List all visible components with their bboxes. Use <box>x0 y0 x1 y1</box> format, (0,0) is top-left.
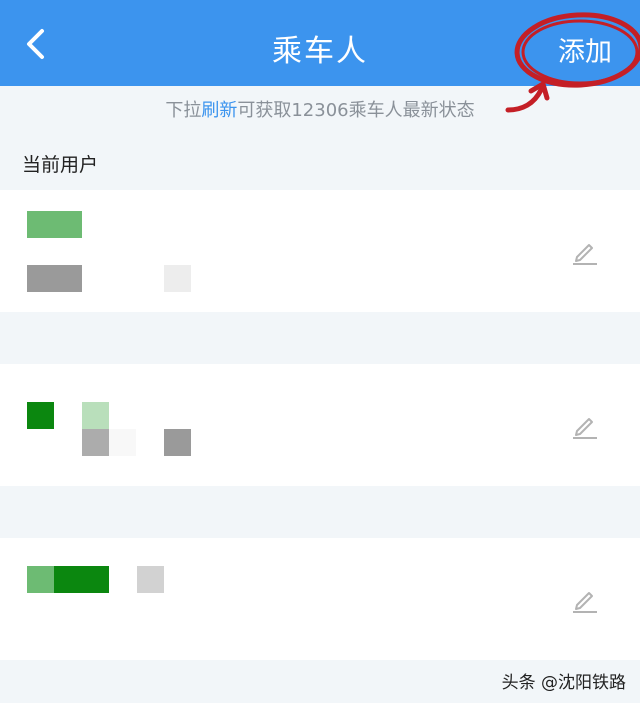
redacted-name-block <box>54 566 109 593</box>
top-nav-bar: 乘车人 添加 <box>0 0 640 86</box>
edit-passenger-button[interactable] <box>566 581 602 617</box>
redacted-id-block <box>137 566 164 593</box>
redacted-id-block <box>109 429 136 456</box>
redacted-name-block <box>27 566 54 593</box>
edit-passenger-button[interactable] <box>566 407 602 443</box>
source-watermark: 头条 @沈阳铁路 <box>501 673 626 693</box>
passenger-card[interactable] <box>0 190 640 312</box>
redacted-id-block <box>82 429 109 456</box>
pencil-icon <box>573 592 597 613</box>
current-user-label: 当前用户 <box>22 154 99 176</box>
hint-prefix: 下拉 <box>165 100 202 121</box>
redacted-name-block <box>27 402 54 429</box>
add-passenger-button[interactable]: 添加 <box>538 30 632 70</box>
hint-suffix: 可获取12306乘车人最新状态 <box>237 100 475 121</box>
pull-refresh-hint: 下拉刷新可获取12306乘车人最新状态 <box>0 96 640 122</box>
pencil-icon <box>573 244 597 265</box>
passenger-card[interactable] <box>0 538 640 660</box>
redacted-name-block <box>27 211 82 238</box>
passenger-card[interactable] <box>0 364 640 486</box>
refresh-link[interactable]: 刷新 <box>201 100 237 121</box>
redacted-name-block <box>82 402 109 429</box>
passenger-page: 乘车人 添加 下拉刷新可获取12306乘车人最新状态 当前用户 头条 @沈阳铁路 <box>0 0 640 703</box>
pencil-icon <box>573 418 597 439</box>
redacted-type-block <box>164 429 191 456</box>
redacted-type-block <box>164 265 191 292</box>
edit-passenger-button[interactable] <box>566 233 602 269</box>
redacted-id-block <box>27 265 82 292</box>
